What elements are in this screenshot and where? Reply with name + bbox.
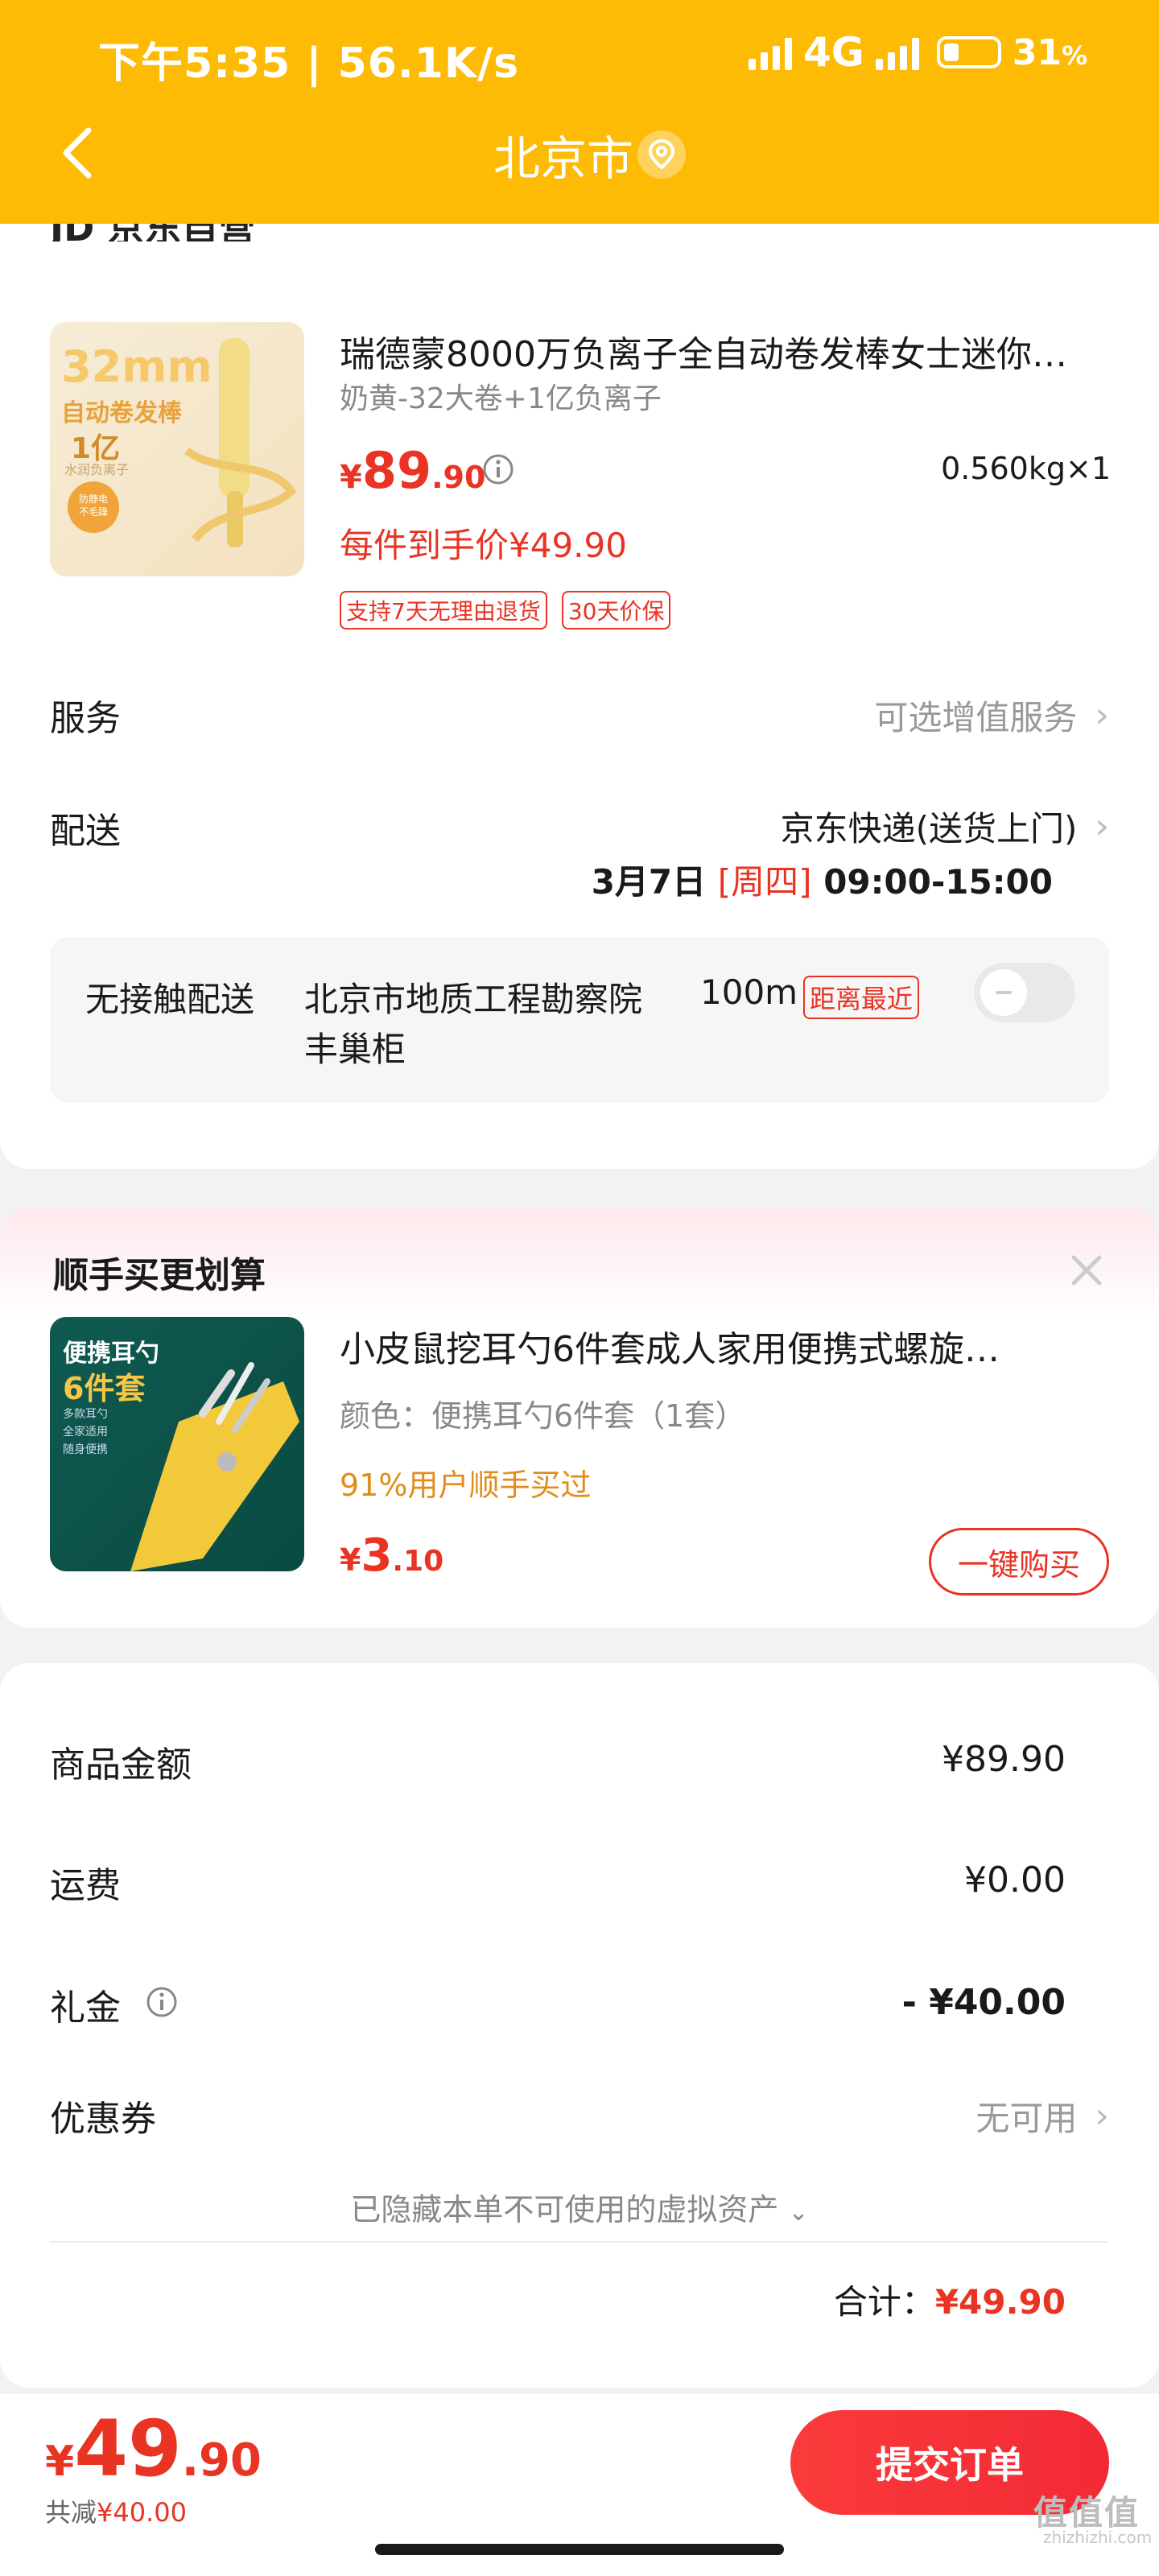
coupon-value: 无可用 [975, 2099, 1078, 2138]
close-icon[interactable] [1069, 1253, 1104, 1288]
addon-section-title: 顺手买更划算 [53, 1255, 266, 1296]
one-click-buy-button[interactable]: 一键购买 [929, 1528, 1109, 1596]
service-selector[interactable]: 可选增值服务 › [724, 691, 1109, 740]
battery-icon [936, 36, 1001, 68]
bottom-total-price: ¥49.90 [45, 2404, 262, 2494]
addon-spec[interactable]: 颜色：便携耳勺6件套（1套） [340, 1391, 745, 1435]
curling-iron-illustration [184, 338, 297, 547]
battery-level: 31% [1012, 31, 1088, 73]
thumb-badge: 防静电 不毛躁 [68, 481, 119, 533]
page-title: 北京市 [493, 131, 633, 186]
order-total: 合计：¥49.90 [833, 2282, 1066, 2322]
weight-quantity: 0.560kg×1 [941, 451, 1111, 486]
toggle-knob [980, 969, 1027, 1016]
divider [50, 2241, 1109, 2243]
shipping-label: 运费 [50, 1865, 121, 1906]
product-title[interactable]: 瑞德蒙8000万负离子全自动卷发棒女士迷你… [340, 325, 1112, 377]
chevron-down-icon: ⌄ [788, 2198, 809, 2227]
thumb-text: 自动卷发棒 [61, 399, 182, 427]
hidden-assets-toggle[interactable]: 已隐藏本单不可使用的虚拟资产 ⌄ [0, 2185, 1159, 2229]
contactless-label: 无接触配送 [85, 980, 255, 1019]
pickup-distance: 100m [700, 972, 798, 1012]
chevron-right-icon: › [1095, 806, 1109, 847]
delivery-method: 京东快递(送货上门) [780, 809, 1078, 848]
delivery-method-selector[interactable]: 京东快递(送货上门) › [563, 802, 1109, 851]
home-indicator[interactable] [375, 2544, 784, 2555]
status-bar-right: 4G 31% [749, 29, 1087, 76]
pickup-location[interactable]: 北京市地质工程勘察院 [304, 972, 642, 1022]
delivery-time[interactable]: 3月7日 [周四] 09:00-15:00 [563, 855, 1053, 904]
network-type: 4G [803, 29, 864, 76]
addon-price: ¥3.10 [340, 1530, 444, 1582]
product-spec[interactable]: 奶黄-32大卷+1亿负离子 [340, 375, 662, 417]
status-bar-time: 下午5:35 | 56.1K/s [98, 39, 520, 88]
pickup-location-line2[interactable]: 丰巢柜 [304, 1022, 406, 1071]
goods-amount-value: ¥89.90 [942, 1739, 1066, 1780]
coupon-label: 优惠券 [50, 2099, 156, 2140]
coupon-selector[interactable]: 无可用 › [805, 2091, 1109, 2140]
product-tags: 支持7天无理由退货 30天价保 [340, 591, 671, 630]
product-image[interactable]: 32mm 自动卷发棒 1亿 水润负离子 防静电 不毛躁 [50, 322, 304, 576]
addon-title[interactable]: 小皮鼠挖耳勺6件套成人家用便携式螺旋… [340, 1320, 1112, 1372]
tag-price-protection: 30天价保 [561, 591, 671, 630]
nearest-badge: 距离最近 [803, 976, 920, 1019]
gift-money-label: 礼金 [50, 1988, 121, 2029]
service-value: 可选增值服务 [874, 698, 1078, 737]
ear-pick-case-illustration [130, 1362, 299, 1571]
watermark-url: zhizhizhi.com [1043, 2528, 1153, 2547]
signal-icon-2 [875, 35, 919, 70]
info-icon[interactable] [481, 452, 515, 486]
shipping-value: ¥0.00 [964, 1860, 1066, 1901]
thumb-text: 水润负离子 [64, 462, 130, 477]
addon-popularity: 91%用户顺手买过 [340, 1468, 592, 1503]
top-header: 下午5:35 | 56.1K/s 4G 31% 北京市 [0, 0, 1159, 224]
info-icon[interactable] [145, 1985, 179, 2019]
shop-name: JD 京东自营 [50, 224, 255, 242]
tag-return-policy: 支持7天无理由退货 [340, 591, 547, 630]
chevron-right-icon: › [1095, 2095, 1109, 2136]
chevron-right-icon: › [1095, 695, 1109, 736]
delivery-label: 配送 [50, 811, 121, 852]
goods-amount-label: 商品金额 [50, 1744, 192, 1785]
final-price-text: 每件到手价¥49.90 [340, 526, 627, 565]
gift-money-value: - ¥40.00 [901, 1982, 1066, 2023]
total-discount: 共减¥40.00 [45, 2497, 187, 2528]
product-price: ¥89.90 [340, 441, 486, 500]
location-pin-icon[interactable] [637, 130, 686, 179]
service-label: 服务 [50, 698, 121, 739]
addon-product-image[interactable]: 便携耳勺 6件套 多款耳勺 全家适用 随身便携 [50, 1317, 304, 1571]
signal-icon [749, 35, 792, 70]
